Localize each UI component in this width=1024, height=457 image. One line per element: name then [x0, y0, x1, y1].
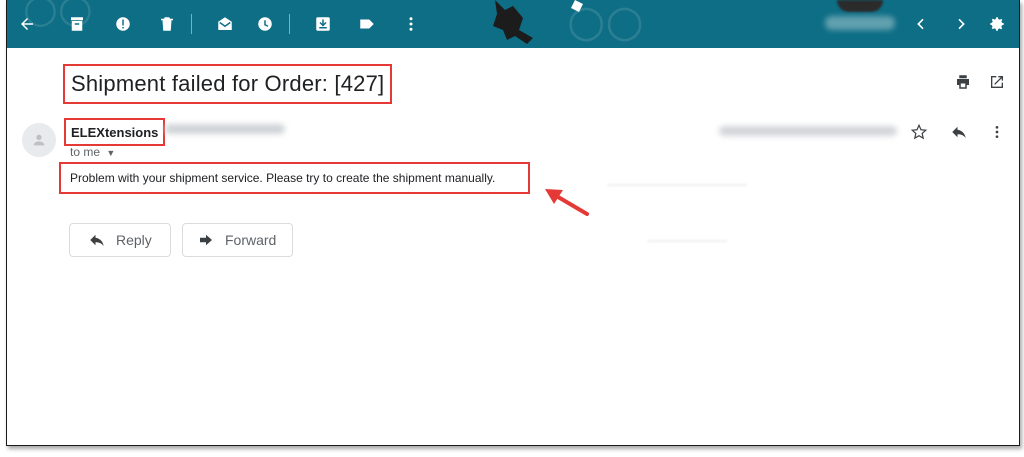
account-avatar[interactable] — [837, 0, 883, 12]
delete-icon[interactable] — [155, 12, 179, 36]
toolbar-divider — [191, 14, 192, 34]
sender-avatar — [22, 123, 56, 157]
reply-icon[interactable] — [949, 122, 969, 142]
settings-icon[interactable] — [985, 12, 1009, 36]
label-icon[interactable] — [355, 12, 379, 36]
move-to-icon[interactable] — [311, 12, 335, 36]
blurred-text — [607, 184, 747, 186]
forward-arrow-icon — [200, 234, 212, 246]
sender-name: ELEXtensions — [71, 124, 159, 140]
body-highlight: Problem with your shipment service. Plea… — [59, 162, 530, 194]
star-icon[interactable] — [909, 122, 929, 142]
toolbar-divider — [289, 14, 290, 34]
print-icon[interactable] — [953, 72, 973, 92]
report-spam-icon[interactable] — [111, 12, 135, 36]
email-body: Problem with your shipment service. Plea… — [70, 171, 496, 185]
sender-highlight: ELEXtensions — [64, 118, 166, 146]
archive-icon[interactable] — [65, 12, 89, 36]
subject-highlight: Shipment failed for Order: [427] — [63, 64, 393, 104]
more-vert-icon[interactable] — [399, 12, 423, 36]
prev-icon[interactable] — [909, 12, 933, 36]
decorative-figure — [493, 0, 583, 44]
reply-button[interactable]: Reply — [69, 223, 171, 257]
pagination-count — [825, 16, 895, 30]
more-options-icon[interactable] — [987, 122, 1007, 142]
forward-label: Forward — [225, 232, 277, 248]
reply-arrow-icon — [90, 234, 104, 246]
toolbar: ○○ ○○ — [7, 0, 1019, 48]
annotation-arrow — [545, 189, 589, 216]
mark-unread-icon[interactable] — [213, 12, 237, 36]
snooze-icon[interactable] — [253, 12, 277, 36]
chevron-down-icon: ▼ — [106, 148, 116, 158]
open-new-window-icon[interactable] — [987, 72, 1007, 92]
forward-button[interactable]: Forward — [182, 223, 293, 257]
email-subject: Shipment failed for Order: [427] — [71, 71, 385, 96]
email-date — [719, 126, 897, 136]
back-arrow-icon[interactable] — [15, 12, 39, 36]
recipient-label: to me — [70, 145, 101, 159]
blurred-text — [647, 240, 727, 242]
next-icon[interactable] — [949, 12, 973, 36]
sender-email — [165, 124, 285, 134]
reply-label: Reply — [116, 232, 152, 248]
recipient-details-toggle[interactable]: to me ▼ — [70, 145, 115, 159]
email-window: ○○ ○○ Shipment failed for Order: [427] E… — [6, 0, 1020, 446]
